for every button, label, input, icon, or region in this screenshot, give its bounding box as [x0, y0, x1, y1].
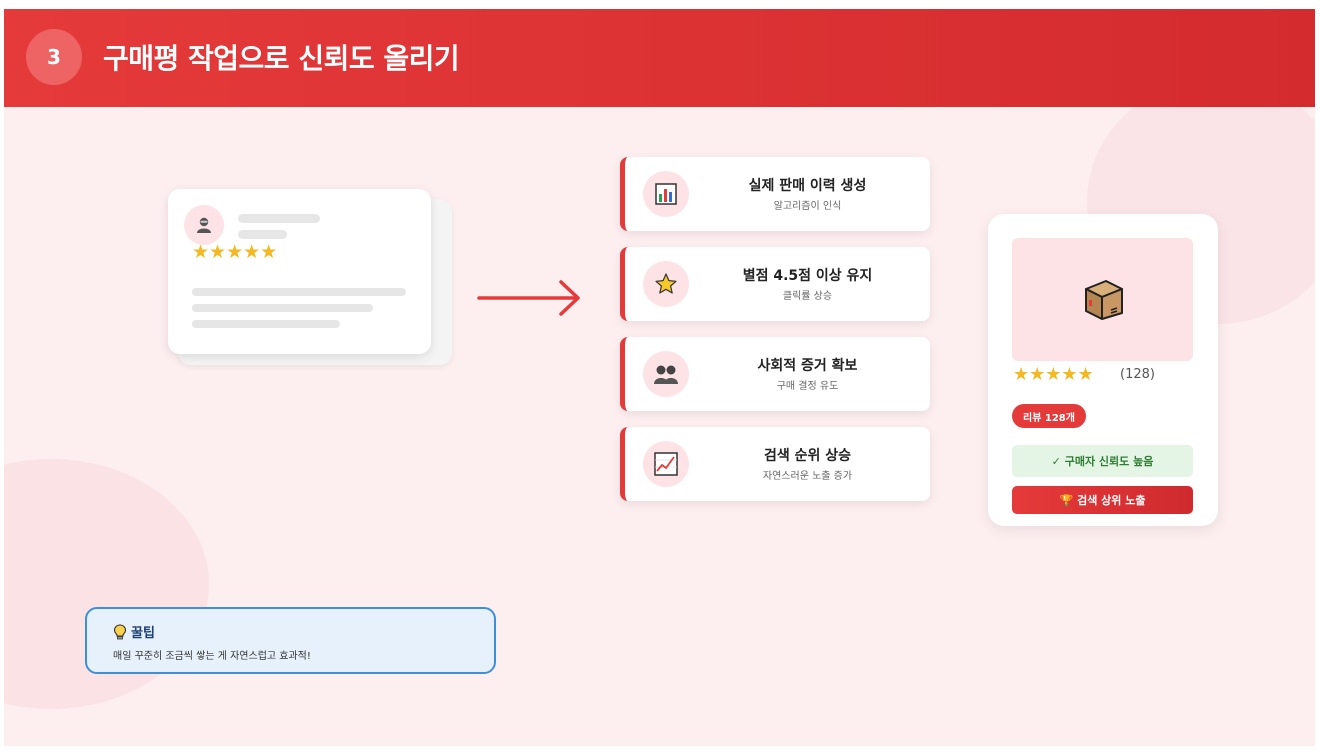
tip-box: 꿀팁 매일 꾸준히 조금씩 쌓는 게 자연스럽고 효과적! [85, 607, 496, 674]
benefit-subtitle: 구매 결정 유도 [776, 381, 839, 392]
slide: 3 구매평 작업으로 신뢰도 올리기 ★★★★★ 실제 판매 이력 생성 알고리… [4, 9, 1315, 746]
placeholder-line [238, 230, 287, 239]
review-count-badge: 리뷰 128개 [1012, 404, 1086, 428]
people-icon [643, 351, 689, 397]
review-card: ★★★★★ [168, 189, 431, 354]
search-rank-banner: 🏆 검색 상위 노출 [1012, 486, 1193, 514]
benefit-subtitle: 알고리즘이 인식 [773, 201, 842, 212]
header-bar: 3 구매평 작업으로 신뢰도 올리기 [4, 9, 1315, 107]
bar-chart-icon [643, 171, 689, 217]
lightbulb-icon [113, 623, 127, 639]
placeholder-line [192, 320, 340, 328]
trust-indicator: ✓ 구매자 신뢰도 높음 [1012, 445, 1193, 477]
product-card: ★★★★★ (128) 리뷰 128개 ✓ 구매자 신뢰도 높음 🏆 검색 상위… [988, 214, 1218, 526]
product-rating-stars: ★★★★★ [1013, 364, 1094, 385]
page-title: 구매평 작업으로 신뢰도 올리기 [103, 42, 460, 75]
tip-title: 꿀팁 [131, 626, 155, 641]
benefit-card-sales-history: 실제 판매 이력 생성 알고리즘이 인식 [620, 157, 930, 231]
tip-text: 매일 꾸준히 조금씩 쌓는 게 자연스럽고 효과적! [113, 651, 311, 662]
package-icon [1084, 279, 1123, 320]
placeholder-line [238, 214, 320, 223]
benefit-subtitle: 자연스러운 노출 증가 [762, 471, 853, 482]
review-count: (128) [1120, 367, 1155, 382]
review-rating-stars: ★★★★★ [192, 241, 278, 263]
product-image [1012, 238, 1193, 361]
benefit-card-search-rank: 검색 순위 상승 자연스러운 노출 증가 [620, 427, 930, 501]
benefit-title: 별점 4.5점 이상 유지 [742, 268, 873, 284]
benefit-title: 실제 판매 이력 생성 [748, 178, 867, 194]
benefit-title: 검색 순위 상승 [763, 448, 852, 464]
step-badge: 3 [26, 29, 82, 85]
tip-title-row: 꿀팁 [113, 622, 155, 641]
benefit-title: 사회적 증거 확보 [757, 358, 858, 374]
user-avatar-icon [184, 205, 224, 245]
benefit-card-rating: 별점 4.5점 이상 유지 클릭률 상승 [620, 247, 930, 321]
benefit-subtitle: 클릭률 상승 [782, 291, 833, 302]
placeholder-line [192, 304, 373, 312]
arrow-right-icon [477, 280, 580, 316]
placeholder-line [192, 288, 406, 296]
star-icon [643, 261, 689, 307]
benefit-card-social-proof: 사회적 증거 확보 구매 결정 유도 [620, 337, 930, 411]
trend-chart-icon [643, 441, 689, 487]
